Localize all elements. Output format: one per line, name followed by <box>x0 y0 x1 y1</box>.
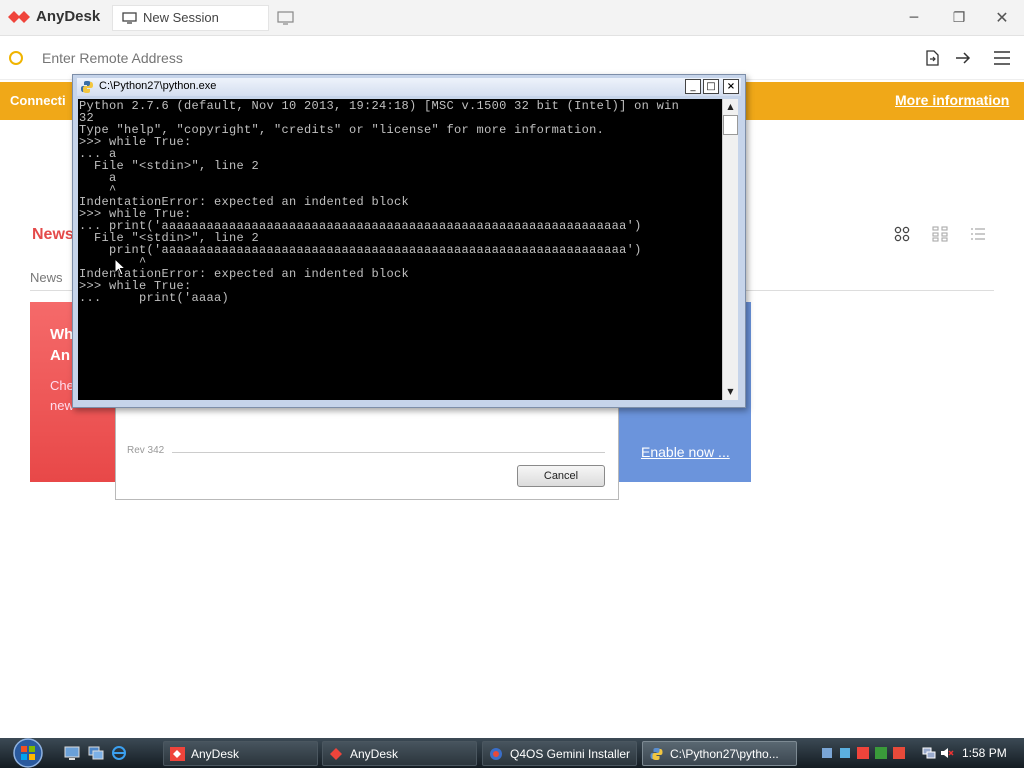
python-console-window: C:\Python27\python.exe _ □ × Python 2.7.… <box>72 74 746 408</box>
console-title: C:\Python27\python.exe <box>99 80 217 92</box>
console-minimize-button[interactable]: _ <box>685 79 701 94</box>
console-maximize-button[interactable]: □ <box>703 79 719 94</box>
tray-app-icon[interactable] <box>820 746 834 760</box>
minimize-button[interactable]: ─ <box>903 8 925 28</box>
switch-windows-icon[interactable] <box>88 746 104 760</box>
grid-view-icon[interactable] <box>894 226 910 242</box>
tray-app-icon[interactable] <box>892 746 906 760</box>
clock: 1:58 PM <box>962 746 1007 760</box>
taskbar-item-label: C:\Python27\pytho... <box>670 747 779 761</box>
tab-new-session[interactable]: New Session <box>112 5 269 31</box>
network-icon[interactable] <box>922 746 936 760</box>
python-icon <box>650 748 663 760</box>
internet-explorer-icon[interactable] <box>111 746 127 760</box>
tray-app-icon[interactable] <box>874 746 888 760</box>
console-titlebar[interactable]: C:\Python27\python.exe _ □ × <box>77 78 741 96</box>
close-button[interactable]: ✕ <box>991 8 1013 28</box>
list-view-icon[interactable] <box>970 226 986 242</box>
taskbar-item-q4os-installer[interactable]: Q4OS Gemini Installer <box>482 741 637 766</box>
cancel-button[interactable]: Cancel <box>517 465 605 487</box>
install-dialog: Rev 342 Cancel <box>115 396 619 500</box>
scroll-down-icon[interactable]: ▼ <box>723 384 738 399</box>
tray-app-icon[interactable] <box>838 746 852 760</box>
connection-status-icon <box>9 51 23 65</box>
connect-arrow-icon[interactable] <box>953 48 973 68</box>
new-tab-icon[interactable] <box>277 10 294 26</box>
more-information-link[interactable]: More information <box>895 92 1009 108</box>
revision-label: Rev 342 <box>127 445 165 456</box>
console-close-button[interactable]: × <box>723 79 739 94</box>
restore-button[interactable]: ❐ <box>948 8 970 28</box>
mouse-cursor-icon <box>114 258 126 276</box>
remote-address-input[interactable] <box>40 46 600 70</box>
taskbar-item-anydesk-1[interactable]: AnyDesk <box>163 741 318 766</box>
scroll-thumb[interactable] <box>723 115 738 135</box>
python-icon <box>81 81 93 93</box>
anydesk-logo-icon <box>8 11 30 23</box>
taskbar-item-anydesk-2[interactable]: AnyDesk <box>322 741 477 766</box>
volume-muted-icon[interactable] <box>940 746 954 760</box>
anydesk-app-icon <box>330 748 342 760</box>
console-output[interactable]: Python 2.7.6 (default, Nov 10 2013, 19:2… <box>78 99 722 400</box>
dialog-divider <box>172 452 605 453</box>
tile-view-icon[interactable] <box>932 226 948 242</box>
start-button-icon[interactable] <box>6 737 50 768</box>
scroll-up-icon[interactable]: ▲ <box>723 99 738 114</box>
news-heading: News <box>32 226 74 243</box>
taskbar-item-label: AnyDesk <box>350 747 399 761</box>
taskbar-item-python-console[interactable]: C:\Python27\pytho... <box>642 741 797 766</box>
taskbar-item-label: AnyDesk <box>191 747 240 761</box>
banner-text: Connecti <box>10 93 66 108</box>
taskbar-item-label: Q4OS Gemini Installer <box>510 747 631 761</box>
hamburger-menu-icon[interactable] <box>992 48 1012 68</box>
console-scrollbar[interactable]: ▲ ▼ <box>722 99 738 400</box>
enable-now-link[interactable]: Enable now ... <box>641 444 730 460</box>
app-brand: AnyDesk <box>36 8 101 25</box>
tab-news[interactable]: News <box>30 270 63 285</box>
show-desktop-icon[interactable] <box>64 746 80 760</box>
anydesk-app-icon <box>170 747 185 761</box>
anydesk-titlebar: AnyDesk New Session ─ ❐ ✕ <box>0 0 1024 36</box>
anydesk-tray-icon[interactable] <box>856 746 870 760</box>
file-transfer-icon[interactable] <box>922 48 942 68</box>
console-text: Python 2.7.6 (default, Nov 10 2013, 19:2… <box>79 99 680 305</box>
installer-icon <box>490 748 502 760</box>
tab-label: New Session <box>143 10 219 25</box>
monitor-icon <box>122 12 137 24</box>
